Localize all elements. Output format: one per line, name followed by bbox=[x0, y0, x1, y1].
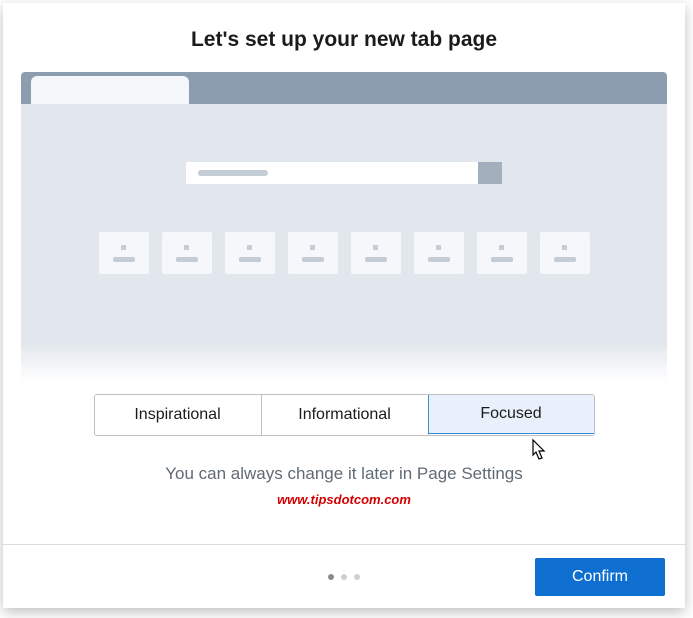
preview-tile bbox=[540, 232, 590, 274]
preview-tile bbox=[162, 232, 212, 274]
layout-preview bbox=[21, 72, 667, 382]
watermark-text: www.tipsdotcom.com bbox=[3, 492, 685, 507]
preview-search-button bbox=[478, 162, 502, 184]
step-dot bbox=[328, 574, 334, 580]
preview-search-placeholder bbox=[198, 170, 268, 176]
layout-options: Inspirational Informational Focused bbox=[3, 394, 685, 436]
preview-search-input bbox=[186, 162, 478, 184]
preview-searchbar bbox=[186, 162, 502, 184]
dialog-footer: Confirm bbox=[3, 544, 685, 608]
preview-tabbar bbox=[21, 72, 667, 104]
pointer-cursor-icon bbox=[527, 438, 549, 464]
preview-body bbox=[21, 104, 667, 382]
option-focused[interactable]: Focused bbox=[428, 394, 595, 434]
setup-dialog: Let's set up your new tab page bbox=[3, 3, 685, 608]
segmented-control: Inspirational Informational Focused bbox=[94, 394, 595, 436]
preview-tile bbox=[225, 232, 275, 274]
option-inspirational[interactable]: Inspirational bbox=[95, 395, 262, 435]
preview-fade bbox=[21, 342, 667, 382]
preview-container bbox=[3, 72, 685, 382]
preview-tile bbox=[477, 232, 527, 274]
option-informational[interactable]: Informational bbox=[262, 395, 429, 435]
step-dot bbox=[341, 574, 347, 580]
preview-tile bbox=[288, 232, 338, 274]
step-dot bbox=[354, 574, 360, 580]
preview-tab bbox=[31, 76, 189, 104]
hint-text: You can always change it later in Page S… bbox=[3, 464, 685, 484]
preview-tile bbox=[414, 232, 464, 274]
preview-tile bbox=[99, 232, 149, 274]
confirm-button[interactable]: Confirm bbox=[535, 558, 665, 596]
step-indicator bbox=[328, 574, 360, 580]
dialog-title: Let's set up your new tab page bbox=[3, 3, 685, 72]
preview-tile bbox=[351, 232, 401, 274]
preview-tiles bbox=[99, 232, 590, 274]
